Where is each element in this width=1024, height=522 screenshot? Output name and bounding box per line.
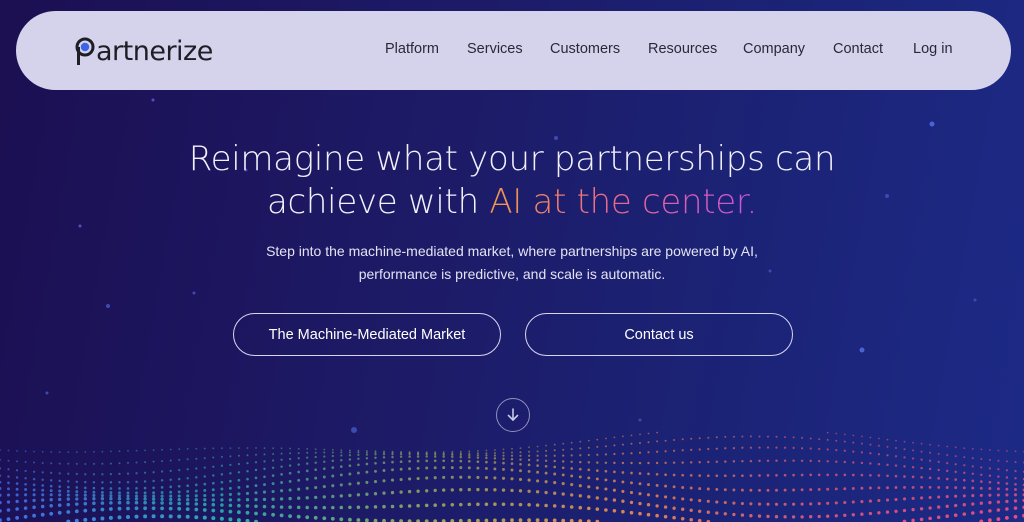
top-navigation-bar: artnerize Platform Services Customers Re… [16, 11, 1011, 90]
dotted-wave-graphic [0, 431, 1024, 522]
contact-us-button[interactable]: Contact us [525, 313, 793, 356]
nav-link-company[interactable]: Company [743, 41, 805, 57]
nav-link-customers[interactable]: Customers [550, 41, 620, 57]
hero-title-line2: achieve with [267, 182, 490, 222]
hero-subtitle-line2: performance is predictive, and scale is … [358, 266, 666, 282]
arrow-down-circle-icon [507, 408, 519, 421]
nav-link-contact[interactable]: Contact [833, 41, 883, 57]
hero-subtitle: Step into the machine-mediated market, w… [0, 240, 1024, 286]
nav-links: Platform Services Customers Resources Co… [16, 11, 1011, 90]
hero-title: Reimagine what your partnerships can ach… [0, 138, 1024, 224]
scroll-down-button[interactable] [496, 398, 530, 432]
hero-subtitle-line1: Step into the machine-mediated market, w… [266, 243, 758, 259]
machine-mediated-market-button[interactable]: The Machine-Mediated Market [233, 313, 501, 356]
nav-link-login[interactable]: Log in [913, 41, 953, 57]
hero-title-highlight: AI at the center. [489, 182, 757, 222]
nav-link-services[interactable]: Services [467, 41, 523, 57]
nav-link-resources[interactable]: Resources [648, 41, 717, 57]
hero-title-line1: Reimagine what your partnerships can [188, 139, 836, 179]
nav-link-platform[interactable]: Platform [385, 41, 439, 57]
